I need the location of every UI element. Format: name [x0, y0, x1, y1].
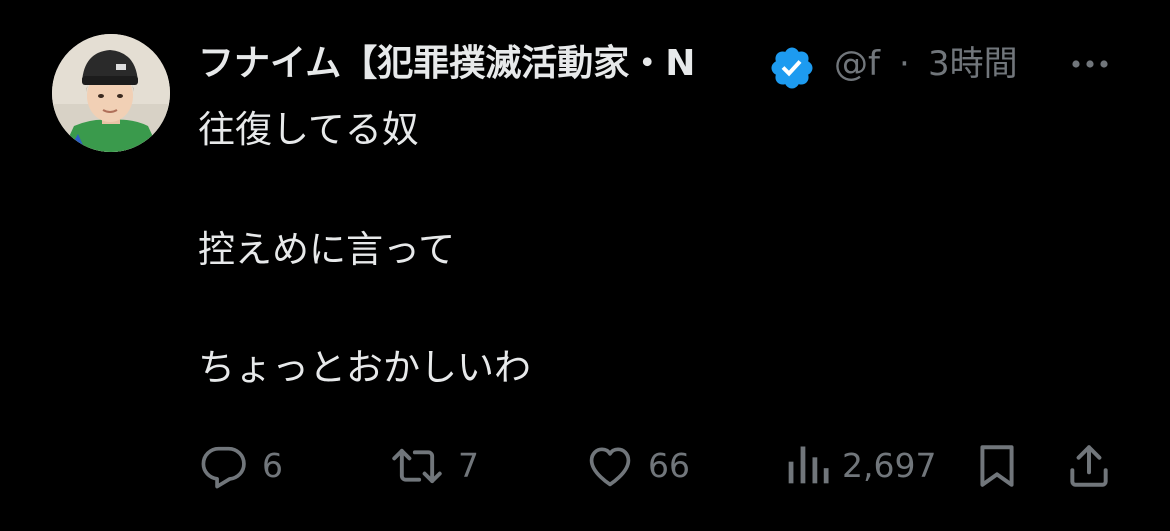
- user-handle[interactable]: @f: [834, 40, 880, 88]
- view-count: 2,697: [842, 446, 937, 485]
- views-button[interactable]: 2,697: [782, 436, 936, 496]
- tweet[interactable]: フナイム【犯罪撲滅活動家・N @f · 3時間 往復してる奴 控えめに言って ち…: [0, 0, 1170, 531]
- bookmark-icon: [980, 445, 1014, 487]
- tweet-text-line: 控えめに言って: [198, 228, 456, 271]
- like-button[interactable]: 66: [584, 436, 690, 496]
- avatar[interactable]: [52, 34, 170, 152]
- reply-count: 6: [262, 446, 283, 485]
- action-bar: 6 7 66 2,697: [0, 436, 1170, 496]
- verified-badge-icon[interactable]: [768, 44, 816, 92]
- like-count: 66: [648, 446, 690, 485]
- retweet-count: 7: [458, 446, 479, 485]
- retweet-icon: [392, 448, 442, 484]
- display-name[interactable]: フナイム【犯罪撲滅活動家・N: [198, 40, 763, 88]
- views-icon: [788, 446, 829, 484]
- like-icon: [589, 447, 631, 487]
- avatar-image: [52, 34, 170, 152]
- reply-icon: [201, 446, 246, 489]
- tweet-text-line: 往復してる奴: [198, 108, 419, 151]
- more-icon[interactable]: [1068, 50, 1112, 78]
- tweet-text-line: ちょっとおかしいわ: [198, 346, 531, 389]
- retweet-button[interactable]: 7: [388, 436, 479, 496]
- reply-button[interactable]: 6: [198, 436, 283, 496]
- share-icon: [1070, 445, 1108, 487]
- timestamp[interactable]: 3時間: [928, 40, 1018, 88]
- separator-dot: ·: [899, 44, 910, 84]
- bookmark-button[interactable]: [972, 436, 1022, 496]
- share-button[interactable]: [1064, 436, 1114, 496]
- tweet-header: フナイム【犯罪撲滅活動家・N @f · 3時間: [198, 36, 1128, 92]
